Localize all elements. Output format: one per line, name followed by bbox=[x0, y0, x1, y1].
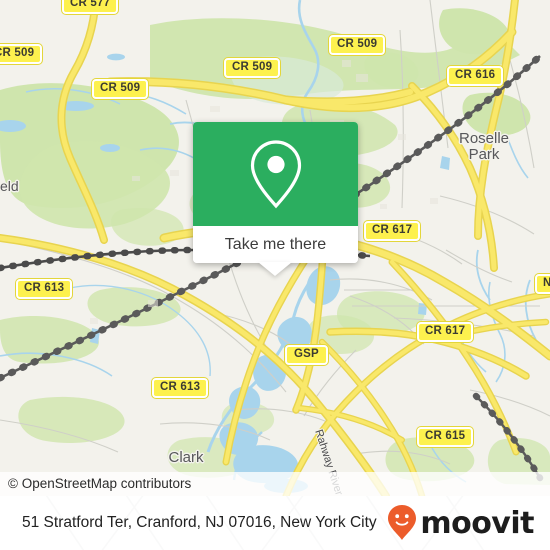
popup-header bbox=[193, 122, 358, 226]
road-shield[interactable]: CR 615 bbox=[417, 427, 474, 447]
road-shield[interactable]: N bbox=[535, 274, 550, 294]
map-pin-icon bbox=[250, 140, 301, 209]
road-shield[interactable]: CR 617 bbox=[364, 221, 421, 241]
road-shield[interactable]: CR 509 bbox=[92, 79, 149, 99]
footer-bar: 51 Stratford Ter, Cranford, NJ 07016, Ne… bbox=[0, 496, 550, 550]
road-shield[interactable]: CR 577 bbox=[62, 0, 119, 14]
road-shield[interactable]: CR 613 bbox=[152, 378, 209, 398]
road-shield[interactable]: CR 616 bbox=[447, 66, 504, 86]
road-shield[interactable]: CR 617 bbox=[417, 322, 474, 342]
take-me-there-label: Take me there bbox=[224, 235, 327, 253]
road-shield[interactable]: CR 509 bbox=[0, 44, 43, 64]
address-text: 51 Stratford Ter, Cranford, NJ 07016, Ne… bbox=[22, 514, 377, 531]
road-shield[interactable]: CR 509 bbox=[224, 58, 281, 78]
place-label-roselle-park: Roselle Park bbox=[455, 131, 513, 163]
map-attribution-bar: © OpenStreetMap contributors bbox=[0, 472, 550, 496]
place-label-line2: Park bbox=[468, 146, 500, 163]
road-shield[interactable]: CR 509 bbox=[329, 35, 386, 55]
popup-tail bbox=[258, 262, 292, 276]
place-label-clark: Clark bbox=[168, 449, 204, 466]
moovit-logo[interactable]: moovit bbox=[387, 504, 534, 542]
place-label-line1: Roselle bbox=[458, 130, 510, 147]
road-shield[interactable]: CR 613 bbox=[16, 279, 73, 299]
map-canvas[interactable]: .park{fill:#cfe5ad} .park2{fill:#d9ead9}… bbox=[0, 0, 550, 496]
road-shield[interactable]: GSP bbox=[285, 345, 328, 365]
moovit-pin-icon bbox=[388, 505, 417, 540]
location-popup[interactable]: Take me there bbox=[193, 122, 358, 276]
moovit-wordmark: moovit bbox=[420, 505, 534, 541]
place-label-partial: eld bbox=[0, 178, 19, 194]
osm-attribution-text[interactable]: © OpenStreetMap contributors bbox=[8, 476, 191, 491]
map-screenshot: .park{fill:#cfe5ad} .park2{fill:#d9ead9}… bbox=[0, 0, 550, 550]
popup-body[interactable]: Take me there bbox=[193, 226, 358, 263]
